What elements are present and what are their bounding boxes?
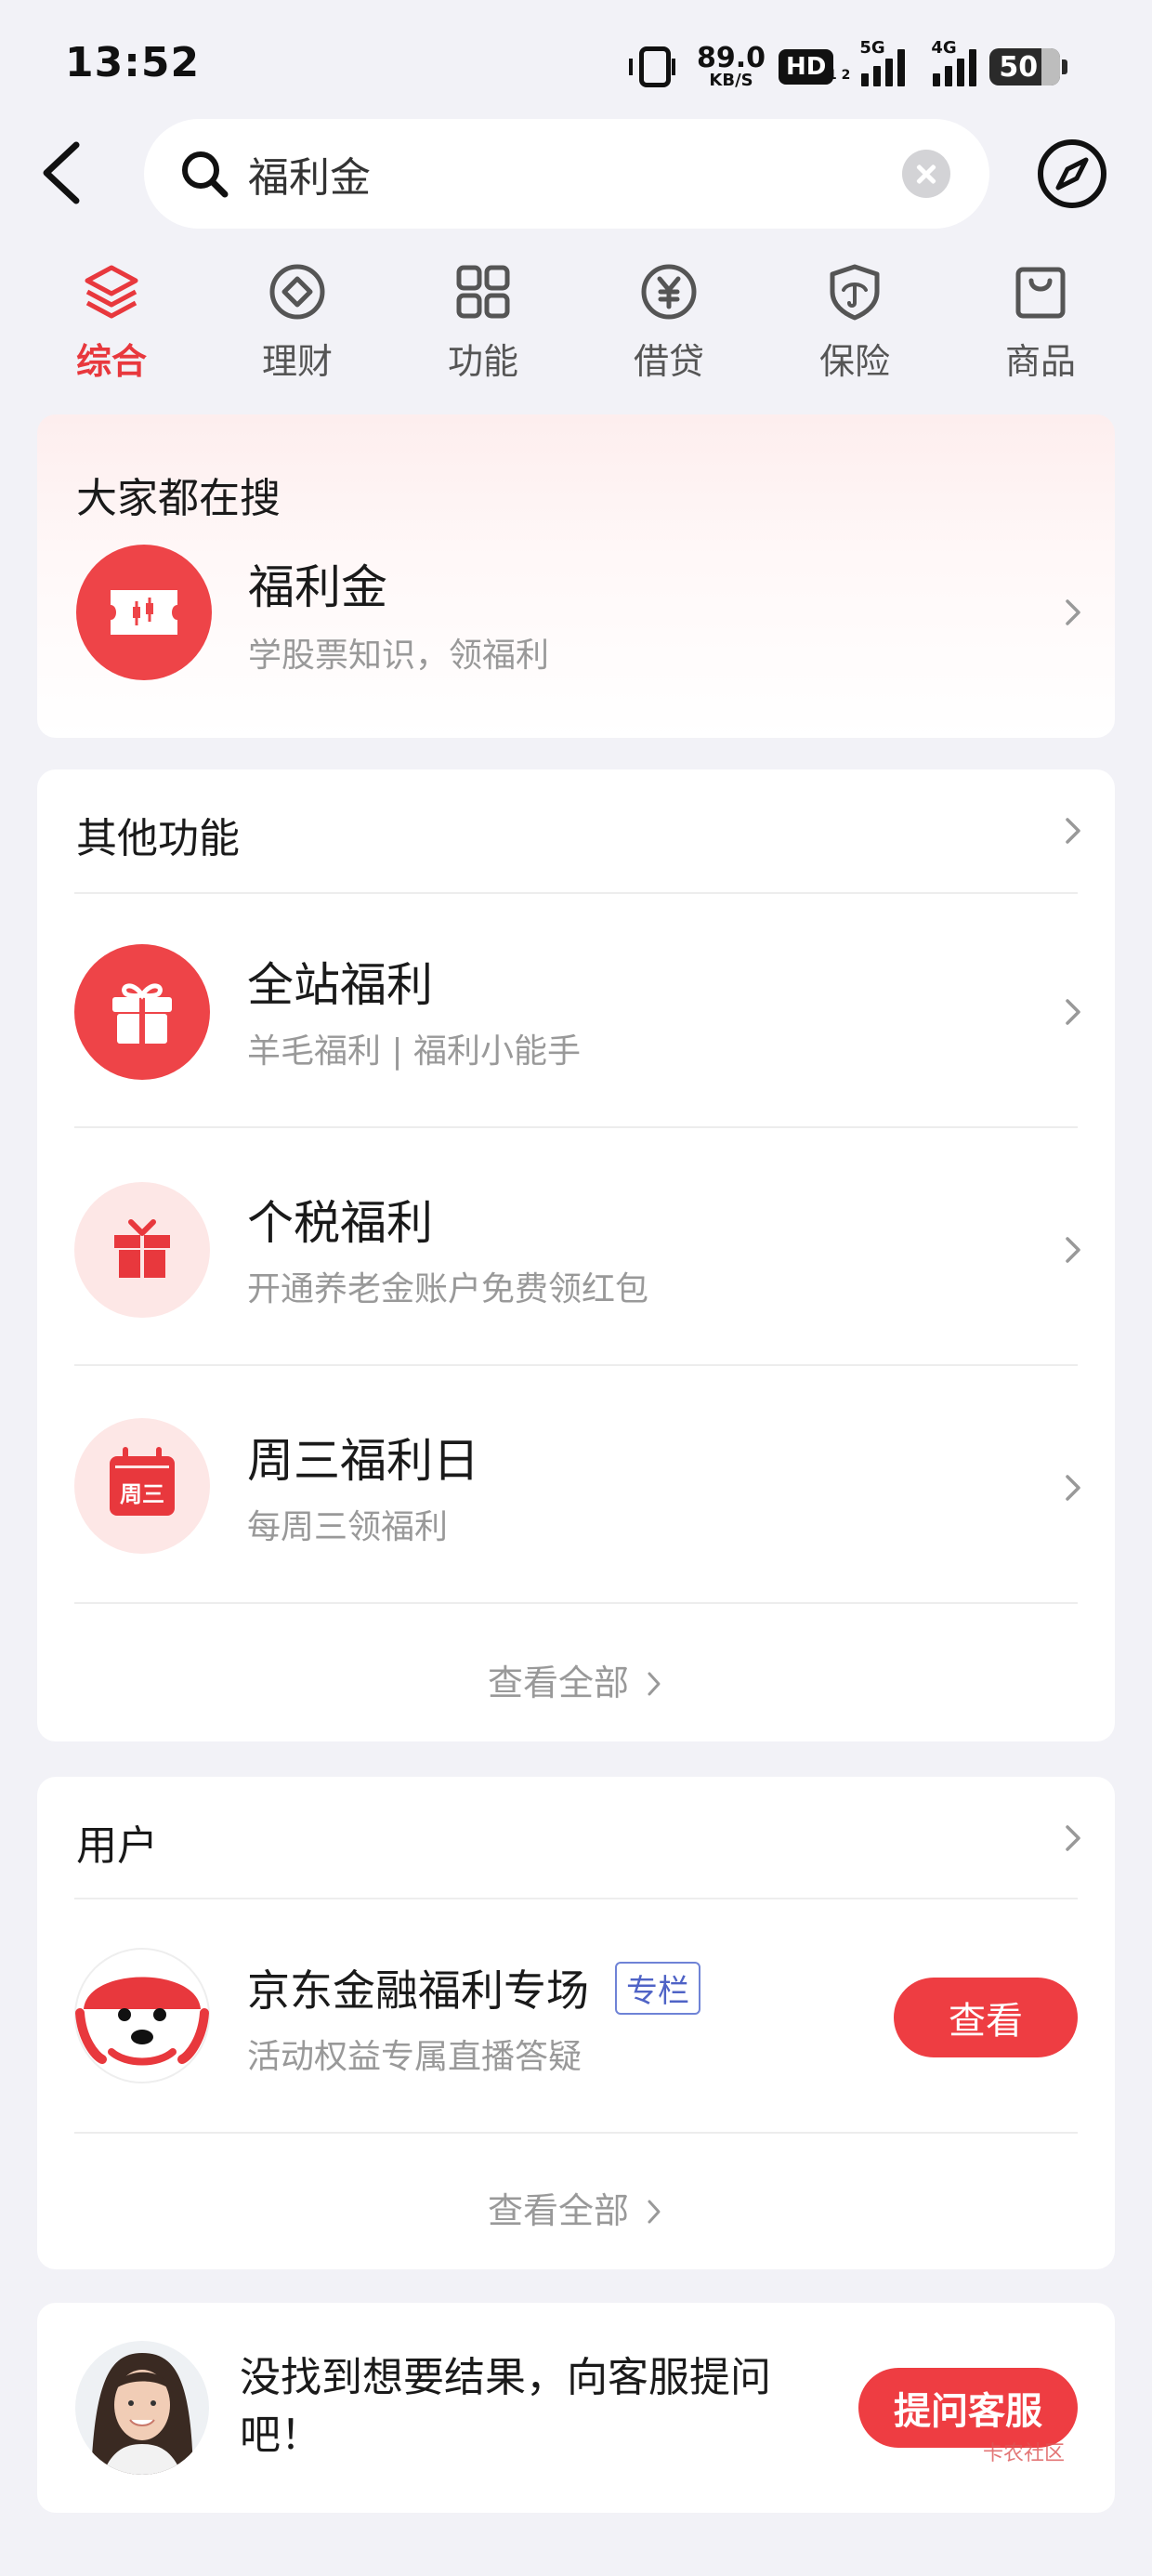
see-all-label: 查看全部 <box>487 2190 629 2231</box>
search-input[interactable]: 福利金 <box>144 119 989 229</box>
function-item-all-site-welfare[interactable]: 全站福利 羊毛福利 | 福利小能手 <box>37 894 1115 1130</box>
service-prompt: 没找到想要结果，向客服提问 吧！ <box>240 2349 771 2464</box>
chevron-right-icon <box>1066 999 1080 1025</box>
chevron-right-icon <box>1066 599 1080 625</box>
tab-functions[interactable]: 功能 <box>390 262 576 392</box>
chevron-right-icon <box>648 1672 661 1696</box>
users-title: 用户 <box>76 1822 158 1870</box>
divider <box>74 1602 1078 1604</box>
functions-title: 其他功能 <box>76 815 240 862</box>
function-item-subtitle: 羊毛福利 | 福利小能手 <box>247 1032 582 1071</box>
vibrate-icon <box>629 46 675 87</box>
compass-button[interactable] <box>1036 138 1108 210</box>
battery-icon: 50 <box>989 48 1068 85</box>
functions-see-all[interactable]: 查看全部 <box>37 1654 1115 1705</box>
tab-comprehensive[interactable]: 综合 <box>19 262 204 392</box>
category-tabs: 综合 理财 功能 借贷 保险 商品 <box>19 262 1133 392</box>
divider <box>74 2132 1078 2134</box>
diamond-coin-icon <box>268 262 327 322</box>
tab-wealth[interactable]: 理财 <box>204 262 390 392</box>
tab-label: 借贷 <box>633 341 704 382</box>
view-button[interactable]: 查看 <box>894 1978 1078 2057</box>
users-header[interactable]: 用户 <box>37 1777 1115 1898</box>
back-button[interactable] <box>35 139 91 206</box>
divider <box>74 1898 1078 1899</box>
grid-icon <box>453 262 513 322</box>
battery-level: 50 <box>999 50 1039 84</box>
mascot-avatar-icon <box>74 1948 210 2083</box>
layers-icon <box>82 262 141 322</box>
agent-avatar-icon <box>74 2340 210 2476</box>
user-item[interactable]: 京东金融福利专场 专栏 活动权益专属直播答疑 查看 <box>37 1901 1115 2083</box>
users-card: 用户 京东金融福利专场 专栏 活动权益专属直播答疑 查看 查看全部 <box>37 1777 1115 2269</box>
column-tag: 专栏 <box>615 1961 700 2015</box>
watermark-logo: 卡农社区 <box>983 2442 1066 2465</box>
chevron-right-icon <box>648 2200 661 2224</box>
hd-badge: HD 1 2 <box>779 49 850 85</box>
function-item-subtitle: 开通养老金账户免费领红包 <box>247 1270 649 1308</box>
service-prompt-line2: 吧！ <box>240 2412 321 2459</box>
back-icon <box>43 141 80 204</box>
functions-card: 其他功能 全站福利 羊毛福利 | 福利小能手 个税福利 开通养老金账户免费领红包… <box>37 769 1115 1741</box>
tab-label: 理财 <box>261 341 333 382</box>
user-name: 京东金融福利专场 <box>247 1965 589 2016</box>
hd-label: HD <box>786 53 827 81</box>
clear-icon[interactable] <box>902 150 950 198</box>
hot-search-item[interactable]: 福利金 学股票知识，领福利 <box>37 545 1115 703</box>
tab-loans[interactable]: 借贷 <box>576 262 762 392</box>
service-prompt-line1: 没找到想要结果，向客服提问 <box>240 2354 771 2401</box>
gift-icon <box>74 944 210 1080</box>
chevron-right-icon <box>1066 1237 1080 1263</box>
signal-label-4g: 4G <box>931 38 957 58</box>
hot-item-title: 福利金 <box>248 560 387 614</box>
calendar-label: 周三 <box>120 1480 164 1507</box>
tab-label: 商品 <box>1004 341 1076 382</box>
function-item-subtitle: 每周三领福利 <box>247 1508 449 1546</box>
signal-icon: 5G <box>859 38 906 86</box>
chevron-right-icon <box>1066 1825 1080 1851</box>
hot-search-card: 大家都在搜 福利金 学股票知识，领福利 <box>37 414 1115 738</box>
status-icons: 89.0 KB/S HD 1 2 5G 4G 50 <box>629 38 1068 93</box>
hd-sub: 1 2 <box>828 68 851 83</box>
user-desc: 活动权益专属直播答疑 <box>247 2038 583 2076</box>
tab-products[interactable]: 商品 <box>948 262 1133 392</box>
tab-label: 功能 <box>447 341 518 382</box>
ticket-icon <box>76 545 212 680</box>
see-all-label: 查看全部 <box>487 1663 629 1703</box>
signal-label-5g: 5G <box>859 38 885 58</box>
search-query: 福利金 <box>248 154 371 202</box>
network-speed: 89.0 KB/S <box>697 45 766 89</box>
hot-item-subtitle: 学股票知识，领福利 <box>248 637 550 675</box>
status-time: 13:52 <box>65 39 201 86</box>
search-icon <box>182 151 229 198</box>
shield-icon <box>825 262 884 322</box>
network-speed-unit: KB/S <box>709 71 753 90</box>
bag-icon <box>1011 262 1070 322</box>
yuan-icon <box>639 262 699 322</box>
tab-label: 综合 <box>75 341 147 382</box>
signal-icon-2: 4G <box>931 38 977 86</box>
network-speed-value: 89.0 <box>697 42 766 74</box>
users-see-all[interactable]: 查看全部 <box>37 2182 1115 2233</box>
gift-box-icon <box>74 1182 210 1318</box>
customer-service-card: 没找到想要结果，向客服提问 吧！ 提问客服 <box>37 2303 1115 2513</box>
function-item-title: 周三福利日 <box>247 1434 479 1488</box>
function-item-title: 全站福利 <box>247 958 433 1012</box>
chevron-right-icon <box>1066 1475 1080 1501</box>
chevron-right-icon <box>1066 818 1080 844</box>
function-item-wednesday-welfare[interactable]: 周三 周三福利日 每周三领福利 <box>37 1366 1115 1602</box>
hot-search-title: 大家都在搜 <box>76 475 281 522</box>
function-item-title: 个税福利 <box>247 1196 433 1250</box>
functions-header[interactable]: 其他功能 <box>37 769 1115 890</box>
tab-insurance[interactable]: 保险 <box>762 262 948 392</box>
tab-label: 保险 <box>818 341 890 382</box>
function-item-tax-welfare[interactable]: 个税福利 开通养老金账户免费领红包 <box>37 1128 1115 1364</box>
compass-icon <box>1038 139 1106 208</box>
calendar-icon: 周三 <box>74 1418 210 1554</box>
